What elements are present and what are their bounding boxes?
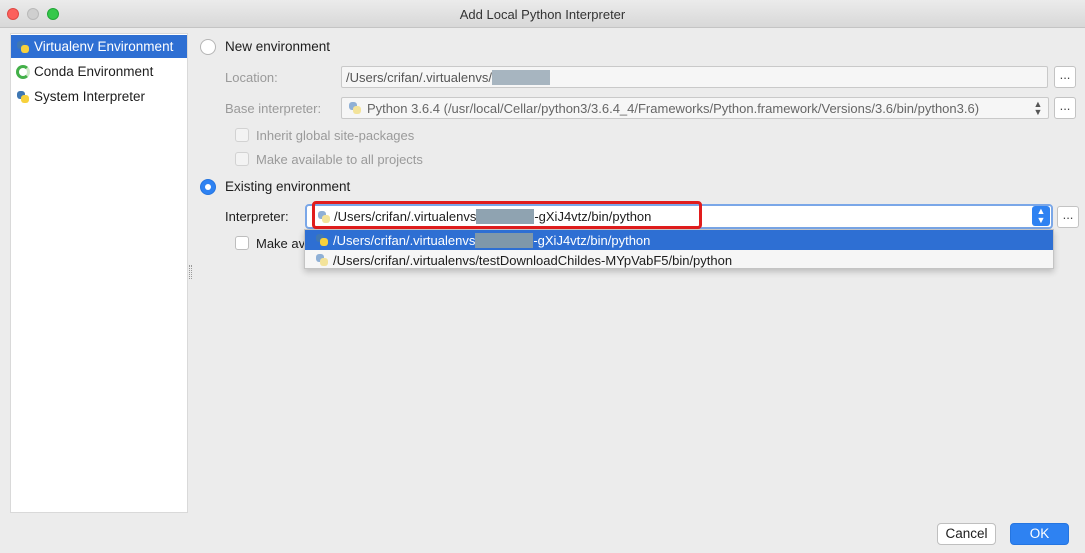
existing-environment-radio[interactable]: [200, 179, 216, 195]
base-interpreter-value: Python 3.6.4 (/usr/local/Cellar/python3/…: [367, 100, 980, 116]
python-icon: [315, 253, 329, 267]
location-field[interactable]: /Users/crifan/.virtualenvs/: [341, 66, 1048, 88]
sidebar-item-label: Virtualenv Environment: [34, 39, 174, 54]
location-label: Location:: [225, 70, 278, 85]
python-icon: [16, 90, 30, 104]
python-icon: [315, 233, 329, 247]
sidebar-item-label: Conda Environment: [34, 64, 154, 79]
make-available-new-checkbox[interactable]: [235, 152, 249, 166]
dropdown-option-current[interactable]: /Users/crifan/.virtualenvs -gXiJ4vtz/bin…: [305, 230, 1053, 250]
highlight-annotation: [312, 201, 702, 229]
window-title: Add Local Python Interpreter: [459, 7, 626, 22]
cancel-button[interactable]: Cancel: [937, 523, 996, 545]
make-available-existing-checkbox[interactable]: [235, 236, 249, 250]
interpreter-type-sidebar: Virtualenv Environment Conda Environment…: [10, 33, 188, 513]
select-stepper-icon: ▲ ▼: [1033, 99, 1043, 117]
base-interpreter-select[interactable]: Python 3.6.4 (/usr/local/Cellar/python3/…: [341, 97, 1049, 119]
make-available-new-label: Make available to all projects: [256, 152, 423, 167]
inherit-site-packages-checkbox[interactable]: [235, 128, 249, 142]
redacted-area: [475, 232, 534, 248]
redacted-area: [491, 69, 550, 85]
new-environment-radio[interactable]: [200, 39, 216, 55]
location-value: /Users/crifan/.virtualenvs/: [346, 69, 492, 85]
sidebar-item-virtualenv[interactable]: Virtualenv Environment: [11, 35, 187, 58]
base-interpreter-browse-button[interactable]: ...: [1054, 97, 1076, 119]
python-icon: [348, 101, 362, 115]
ok-button[interactable]: OK: [1010, 523, 1069, 545]
interpreter-browse-button[interactable]: ...: [1057, 206, 1079, 228]
title-bar: Add Local Python Interpreter: [0, 0, 1085, 28]
make-available-existing-label: Make av: [256, 236, 306, 251]
option-path: /Users/crifan/.virtualenvs/testDownloadC…: [333, 252, 733, 268]
sidebar-item-system[interactable]: System Interpreter: [11, 85, 187, 108]
base-interpreter-label: Base interpreter:: [225, 101, 322, 116]
splitter-handle[interactable]: [189, 265, 192, 279]
python-icon: [16, 40, 30, 54]
new-environment-label: New environment: [225, 39, 331, 54]
option-path-prefix: /Users/crifan/.virtualenvs: [333, 232, 476, 248]
existing-environment-label: Existing environment: [225, 179, 351, 194]
sidebar-item-label: System Interpreter: [34, 89, 146, 104]
location-browse-button[interactable]: ...: [1054, 66, 1076, 88]
inherit-site-packages-label: Inherit global site-packages: [256, 128, 415, 143]
option-path-suffix: -gXiJ4vtz/bin/python: [533, 232, 651, 248]
conda-icon: [16, 64, 30, 79]
sidebar-item-conda[interactable]: Conda Environment: [11, 60, 187, 83]
combobox-stepper-icon[interactable]: ▲ ▼: [1032, 206, 1050, 226]
interpreter-dropdown-list: /Users/crifan/.virtualenvs -gXiJ4vtz/bin…: [304, 229, 1054, 269]
interpreter-label: Interpreter:: [225, 209, 289, 224]
dropdown-option-testdownloadchildes[interactable]: /Users/crifan/.virtualenvs/testDownloadC…: [305, 250, 1053, 270]
